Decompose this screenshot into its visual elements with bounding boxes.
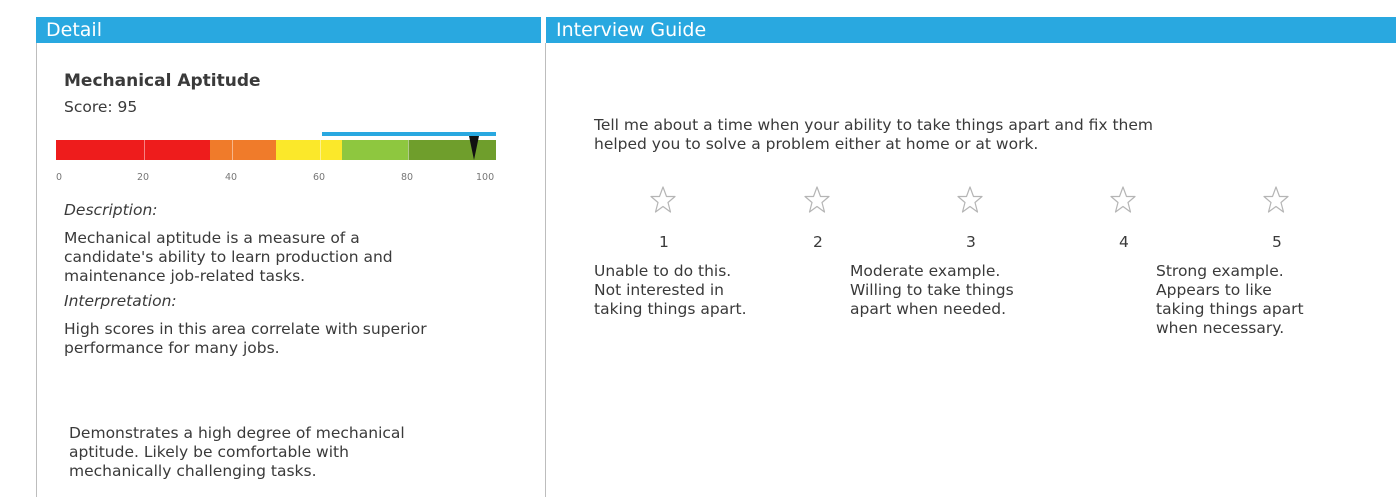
gauge-gridline	[408, 140, 409, 160]
rating-anchor-low: Unable to do this. Not interested in tak…	[594, 262, 747, 319]
gauge-gridline	[232, 140, 233, 160]
scale-tick-label: 80	[401, 172, 414, 183]
star-icon[interactable]	[1263, 186, 1289, 214]
rating-number: 1	[659, 233, 669, 251]
panel-divider	[545, 43, 546, 497]
anchor-line: Appears to like	[1156, 281, 1272, 299]
trait-title: Mechanical Aptitude	[64, 71, 261, 91]
anchor-line: Moderate example.	[850, 262, 1001, 280]
rating-number: 2	[813, 233, 823, 251]
rating-number: 4	[1119, 233, 1129, 251]
rating-number: 3	[966, 233, 976, 251]
anchor-line: taking things apart.	[594, 300, 747, 318]
gauge-gridline	[320, 140, 321, 160]
summary-line: aptitude. Likely be comfortable with	[69, 443, 349, 461]
description-heading: Description:	[64, 201, 158, 219]
gauge-gridline	[144, 140, 145, 160]
anchor-line: when necessary.	[1156, 319, 1285, 337]
rating-anchor-mid: Moderate example. Willing to take things…	[850, 262, 1014, 319]
rating-anchor-high: Strong example. Appears to like taking t…	[1156, 262, 1304, 338]
anchor-line: Willing to take things	[850, 281, 1014, 299]
interpretation-line: High scores in this area correlate with …	[64, 320, 427, 338]
interpretation-heading: Interpretation:	[64, 292, 177, 310]
interview-question-line: Tell me about a time when your ability t…	[594, 116, 1154, 134]
description-line: maintenance job-related tasks.	[64, 267, 306, 285]
scale-tick-label: 40	[225, 172, 238, 183]
interpretation-line: performance for many jobs.	[64, 339, 280, 357]
star-icon[interactable]	[650, 186, 676, 214]
anchor-line: Unable to do this.	[594, 262, 732, 280]
star-icon[interactable]	[957, 186, 983, 214]
description-line: Mechanical aptitude is a measure of a	[64, 229, 360, 247]
anchor-line: Strong example.	[1156, 262, 1284, 280]
star-icon[interactable]	[1110, 186, 1136, 214]
scale-tick-label: 60	[313, 172, 326, 183]
gauge-band	[408, 140, 496, 160]
score-label: Score: 95	[64, 98, 138, 116]
anchor-line: apart when needed.	[850, 300, 1007, 318]
score-marker	[469, 136, 479, 160]
star-icon[interactable]	[804, 186, 830, 214]
detail-header: Detail	[36, 17, 541, 43]
description-line: candidate's ability to learn production …	[64, 248, 393, 266]
anchor-line: taking things apart	[1156, 300, 1304, 318]
interview-guide-header-label: Interview Guide	[556, 19, 707, 41]
detail-header-label: Detail	[46, 19, 102, 41]
gauge-band	[56, 140, 210, 160]
rating-number: 5	[1272, 233, 1282, 251]
scale-tick-label: 20	[137, 172, 150, 183]
summary-line: Demonstrates a high degree of mechanical	[69, 424, 405, 442]
gauge-band	[342, 140, 408, 160]
interview-guide-header: Interview Guide	[546, 17, 1396, 43]
score-gauge	[56, 132, 496, 160]
gauge-band	[276, 140, 342, 160]
left-panel-border	[36, 43, 37, 497]
scale-tick-label: 100	[476, 172, 495, 183]
summary-line: mechanically challenging tasks.	[69, 462, 317, 480]
interview-question-line: helped you to solve a problem either at …	[594, 135, 1039, 153]
anchor-line: Not interested in	[594, 281, 724, 299]
gauge-band	[210, 140, 276, 160]
scale-tick-label: 0	[56, 172, 63, 183]
